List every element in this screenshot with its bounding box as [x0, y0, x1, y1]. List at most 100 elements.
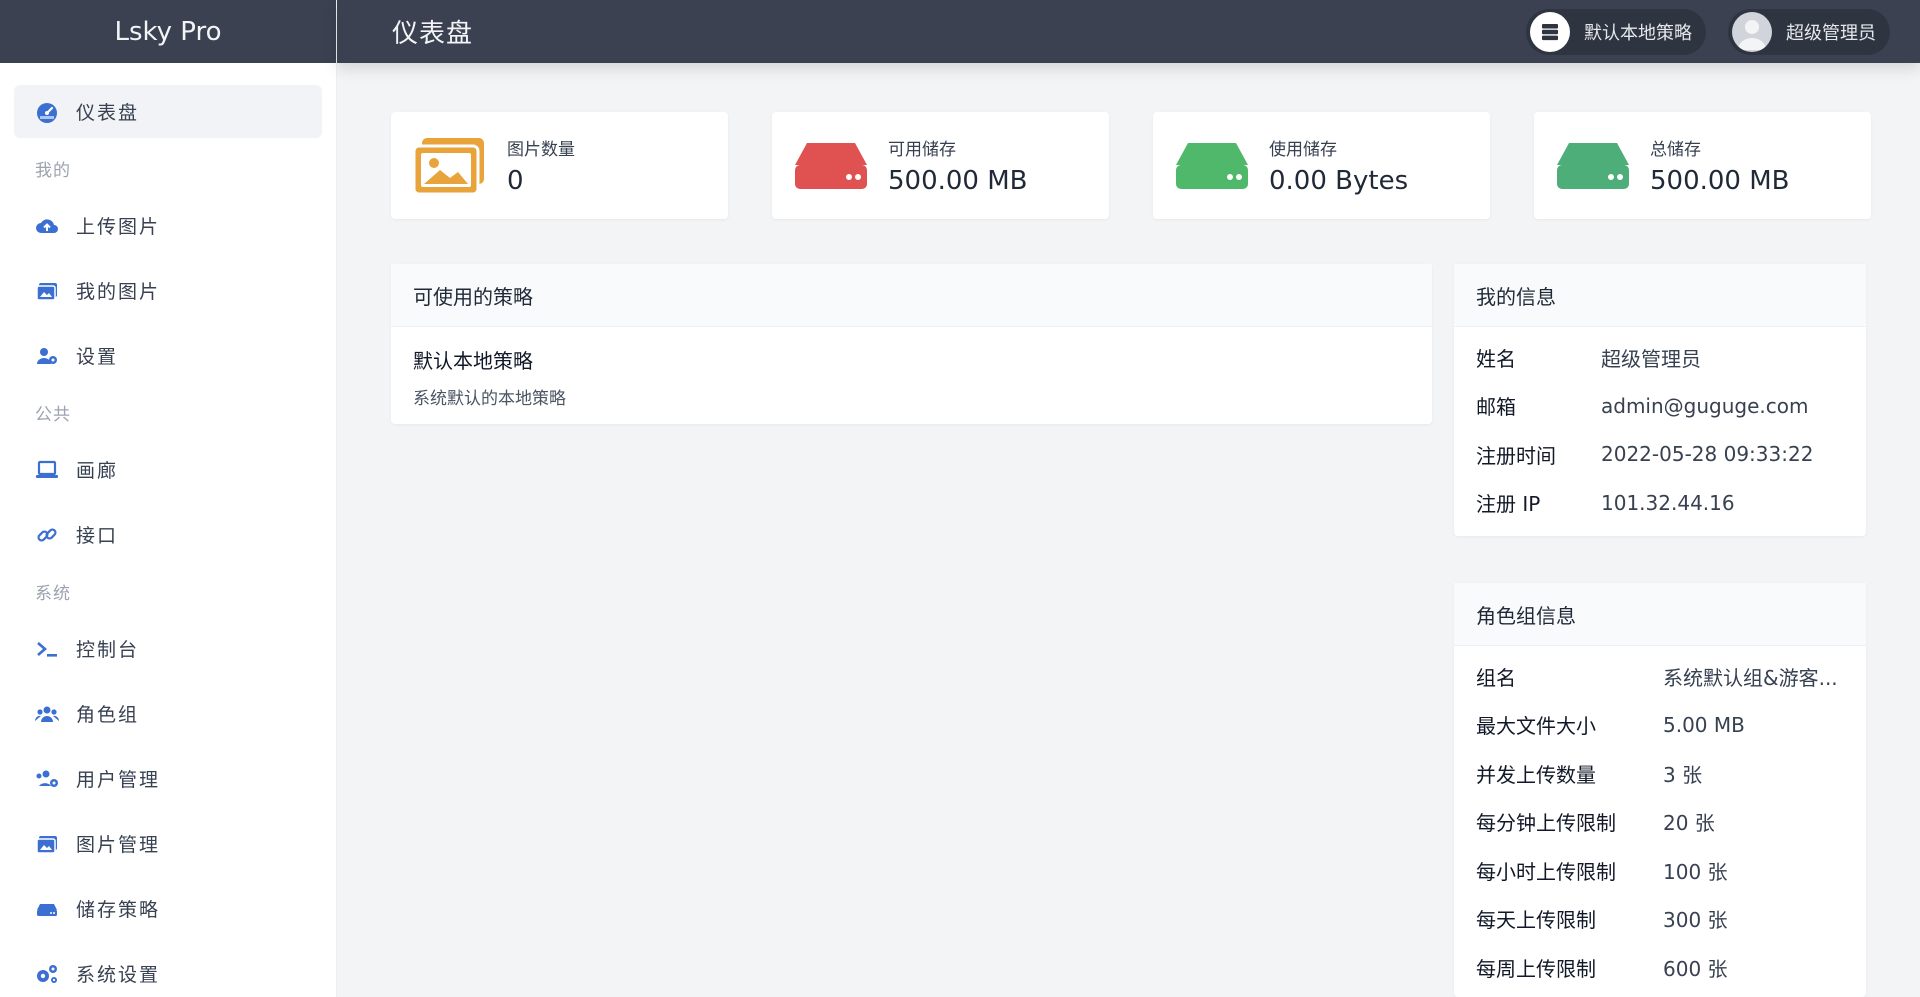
info-value: admin@guguge.com — [1601, 393, 1809, 418]
card-title: 角色组信息 — [1454, 583, 1866, 646]
info-value: 5.00 MB — [1663, 712, 1745, 737]
sidebar-item-storage-strategy[interactable]: 储存策略 — [14, 882, 322, 935]
users-icon — [34, 703, 60, 725]
stat-card-image-count: 图片数量 0 — [391, 112, 728, 219]
laptop-icon — [34, 459, 60, 481]
stats-row: 图片数量 0 可用储存 500.00 MB 使用储存 0.00 Bytes 总储… — [391, 112, 1915, 219]
sidebar-item-dashboard[interactable]: 仪表盘 — [14, 85, 322, 138]
stat-label: 总储存 — [1650, 140, 1701, 160]
info-row: 每小时上传限制 100 张 — [1454, 846, 1866, 895]
sidebar-item-user-management[interactable]: 用户管理 — [14, 752, 322, 805]
policy-item[interactable]: 默认本地策略 系统默认的本地策略 — [391, 327, 1432, 427]
info-key: 注册时间 — [1476, 443, 1556, 468]
user-cog-icon — [34, 345, 60, 367]
sidebar-item-label: 角色组 — [76, 704, 140, 726]
policy-name: 默认本地策略 — [413, 349, 533, 373]
info-key: 每小时上传限制 — [1476, 859, 1616, 884]
info-value: 超级管理员 — [1601, 346, 1701, 371]
info-key: 每天上传限制 — [1476, 908, 1596, 933]
nav-group-mine: 我的 — [35, 161, 71, 181]
sidebar-item-api[interactable]: 接口 — [14, 508, 322, 561]
info-list: 姓名 超级管理员 邮箱 admin@guguge.com 注册时间 2022-05-2… — [1454, 327, 1866, 527]
info-row: 组名 系统默认组&游客... — [1454, 652, 1866, 701]
nav-group-system: 系统 — [35, 584, 71, 604]
card-title: 我的信息 — [1454, 264, 1866, 327]
info-value: 100 张 — [1663, 859, 1728, 884]
info-row: 每周上传限制 600 张 — [1454, 943, 1866, 992]
sidebar-item-settings[interactable]: 设置 — [14, 329, 322, 382]
info-value: 3 张 — [1663, 762, 1703, 787]
sidebar-item-label: 设置 — [76, 346, 119, 368]
sidebar-item-label: 我的图片 — [76, 281, 161, 303]
sidebar-item-system-settings[interactable]: 系统设置 — [14, 947, 322, 997]
sidebar-item-label: 图片管理 — [76, 834, 161, 856]
sidebar-nav: 仪表盘 我的 上传图片 我的图片 设置 公共 画廊 接口 系统 控制台 角色组 … — [0, 63, 336, 997]
info-key: 组名 — [1476, 665, 1516, 690]
sidebar-item-label: 上传图片 — [76, 216, 161, 238]
strategy-selector-button[interactable]: 默认本地策略 — [1526, 8, 1706, 55]
info-value: 系统默认组&游客... — [1663, 665, 1838, 690]
sidebar-item-label: 用户管理 — [76, 769, 161, 791]
link-icon — [34, 524, 60, 546]
info-value: 101.32.44.16 — [1601, 490, 1735, 515]
stat-value: 500.00 MB — [888, 166, 1028, 196]
info-key: 注册 IP — [1476, 492, 1541, 517]
user-menu-button[interactable]: 超级管理员 — [1728, 8, 1890, 55]
info-key: 并发上传数量 — [1476, 762, 1596, 787]
info-value: 20 张 — [1663, 811, 1715, 836]
nav-group-public: 公共 — [35, 405, 71, 425]
policies-card: 可使用的策略 默认本地策略 系统默认的本地策略 — [391, 264, 1432, 424]
info-key: 最大文件大小 — [1476, 714, 1596, 739]
topbar-actions: 默认本地策略 超级管理员 — [1504, 8, 1890, 55]
image-icon — [411, 134, 489, 198]
page-title: 仪表盘 — [392, 19, 474, 49]
sidebar-item-upload[interactable]: 上传图片 — [14, 199, 322, 252]
sidebar-item-roles[interactable]: 角色组 — [14, 687, 322, 740]
info-row: 邮箱 admin@guguge.com — [1454, 382, 1866, 431]
stat-label: 图片数量 — [507, 140, 575, 160]
info-value: 600 张 — [1663, 956, 1728, 981]
card-title: 可使用的策略 — [391, 264, 1432, 327]
stat-label: 使用储存 — [1269, 140, 1337, 160]
info-row: 每天上传限制 300 张 — [1454, 895, 1866, 944]
user-label: 超级管理员 — [1786, 22, 1876, 44]
sidebar-item-gallery[interactable]: 画廊 — [14, 443, 322, 496]
hdd-icon — [1554, 134, 1632, 198]
stat-value: 500.00 MB — [1650, 166, 1790, 196]
stat-card-available-storage: 可用储存 500.00 MB — [772, 112, 1109, 219]
images-icon — [34, 280, 60, 302]
hdd-icon — [792, 134, 870, 198]
info-list: 组名 系统默认组&游客... 最大文件大小 5.00 MB 并发上传数量 3 张 每分… — [1454, 646, 1866, 992]
info-key: 邮箱 — [1476, 395, 1516, 420]
sidebar-item-label: 控制台 — [76, 639, 140, 661]
stat-label: 可用储存 — [888, 140, 956, 160]
terminal-icon — [34, 638, 60, 660]
server-icon — [1530, 11, 1570, 52]
sidebar-item-label: 仪表盘 — [76, 102, 140, 124]
policy-description: 系统默认的本地策略 — [413, 389, 566, 409]
info-key: 每分钟上传限制 — [1476, 811, 1616, 836]
main-content: 图片数量 0 可用储存 500.00 MB 使用储存 0.00 Bytes 总储… — [337, 63, 1920, 997]
sidebar-item-image-management[interactable]: 图片管理 — [14, 817, 322, 870]
topbar: 仪表盘 默认本地策略 超级管理员 — [337, 0, 1920, 63]
sidebar-item-label: 画廊 — [76, 460, 119, 482]
brand-logo[interactable]: Lsky Pro — [0, 0, 336, 63]
dashboard-icon — [34, 101, 60, 123]
cogs-icon — [34, 963, 60, 985]
my-info-card: 我的信息 姓名 超级管理员 邮箱 admin@guguge.com 注册时间 2022… — [1454, 264, 1866, 536]
info-row: 注册 IP 101.32.44.16 — [1454, 479, 1866, 528]
info-key: 每周上传限制 — [1476, 956, 1596, 981]
role-info-card: 角色组信息 组名 系统默认组&游客... 最大文件大小 5.00 MB 并发上传数量… — [1454, 583, 1866, 997]
stat-value: 0 — [507, 166, 524, 196]
sidebar-item-label: 储存策略 — [76, 899, 161, 921]
sidebar-item-my-images[interactable]: 我的图片 — [14, 264, 322, 317]
info-value: 2022-05-28 09:33:22 — [1601, 442, 1814, 467]
info-row: 每分钟上传限制 20 张 — [1454, 798, 1866, 847]
info-value: 300 张 — [1663, 908, 1728, 933]
avatar — [1732, 11, 1772, 52]
sidebar-item-label: 接口 — [76, 525, 119, 547]
sidebar-item-console[interactable]: 控制台 — [14, 622, 322, 675]
sidebar: Lsky Pro 仪表盘 我的 上传图片 我的图片 设置 公共 画廊 接口 系统… — [0, 0, 337, 997]
strategy-label: 默认本地策略 — [1584, 22, 1692, 44]
info-row: 最大文件大小 5.00 MB — [1454, 701, 1866, 750]
